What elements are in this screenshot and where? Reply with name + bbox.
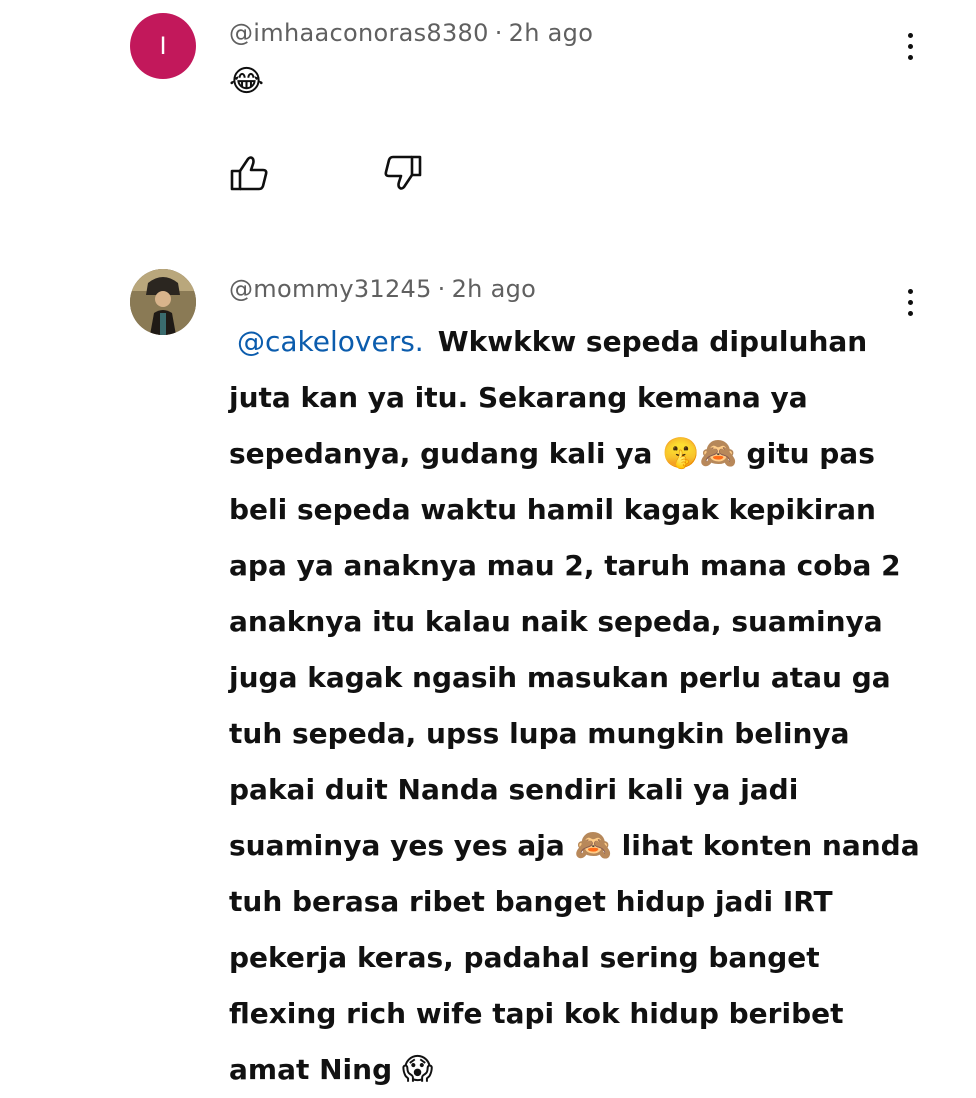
like-button[interactable] [228, 153, 272, 193]
avatar[interactable] [130, 269, 196, 335]
username[interactable]: @imhaaconoras8380 [229, 19, 489, 47]
comment-text-part: gitu pas beli sepeda waktu hamil kagak k… [229, 437, 901, 862]
timestamp: 2h ago [451, 275, 537, 303]
timestamp: 2h ago [508, 19, 594, 47]
more-dot [907, 43, 913, 49]
thumbs-down-icon [384, 155, 422, 190]
thumbs-up-icon [230, 156, 268, 191]
more-dot [907, 299, 913, 305]
avatar-letter: I [159, 32, 167, 60]
comment-header: @mommy31245 · 2h ago [229, 275, 536, 303]
comment-text: 😂 [229, 64, 265, 99]
emoji: 😱 [401, 1052, 434, 1087]
comment-1: I @imhaaconoras8380 · 2h ago 😂 [0, 0, 976, 240]
avatar[interactable]: I [130, 13, 196, 79]
more-vertical-icon [907, 32, 913, 38]
mention-link[interactable]: @cakelovers. [237, 325, 424, 358]
more-options-button[interactable] [900, 26, 920, 66]
comment-text-part: lihat konten nanda tuh berasa ribet bang… [229, 829, 920, 1086]
comment-text: @cakelovers. Wkwkkw sepeda dipuluhan juta… [229, 314, 929, 1098]
emoji: 🙈 [574, 828, 612, 863]
separator-dot: · [494, 19, 503, 47]
comment-header: @imhaaconoras8380 · 2h ago [229, 19, 593, 47]
more-vertical-icon [907, 288, 913, 294]
avatar-photo-icon [130, 269, 196, 335]
username[interactable]: @mommy31245 [229, 275, 432, 303]
emoji: 🤫🙈 [662, 436, 737, 471]
separator-dot: · [437, 275, 446, 303]
comment-2: @mommy31245 · 2h ago @cakelovers. Wkwkkw se… [0, 240, 976, 1086]
more-dot [907, 54, 913, 60]
dislike-button[interactable] [380, 153, 424, 193]
